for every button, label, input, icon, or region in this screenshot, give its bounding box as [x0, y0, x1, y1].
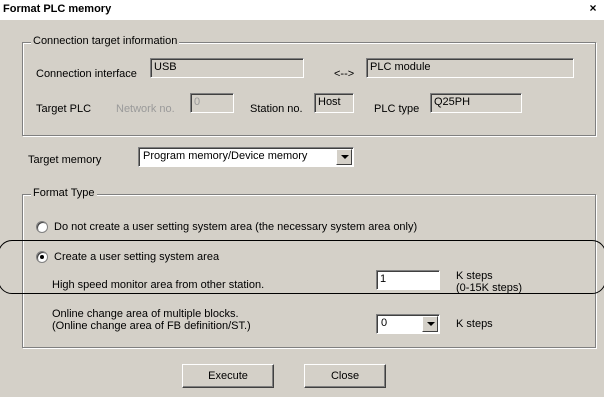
monitor-range-label: (0-15K steps)	[456, 282, 523, 294]
create-user-area-label[interactable]: Create a user setting system area	[54, 251, 219, 263]
no-user-area-label[interactable]: Do not create a user setting system area…	[54, 221, 417, 233]
close-button[interactable]: Close	[304, 364, 386, 388]
online-change-value: 0	[381, 317, 388, 329]
close-icon[interactable]: ×	[586, 1, 600, 15]
station-no-label: Station no.	[250, 103, 303, 115]
connection-target-group-label: Connection target information	[31, 35, 180, 47]
online-change-select[interactable]: 0	[376, 314, 440, 334]
create-user-area-radio[interactable]	[36, 251, 48, 263]
plc-type-field: Q25PH	[430, 93, 522, 113]
online-change-unit-label: K steps	[456, 318, 493, 330]
network-no-field: 0	[190, 93, 234, 113]
target-memory-label: Target memory	[28, 154, 102, 166]
target-memory-select[interactable]: Program memory/Device memory	[138, 147, 354, 167]
plc-module-field: PLC module	[366, 58, 574, 78]
plc-type-label: PLC type	[374, 103, 420, 115]
chevron-down-icon[interactable]	[422, 316, 438, 332]
execute-button[interactable]: Execute	[182, 364, 274, 388]
format-plc-memory-dialog: Format PLC memory × Connection target in…	[0, 0, 604, 397]
connection-arrow: <-->	[334, 68, 355, 80]
high-speed-monitor-label: High speed monitor area from other stati…	[52, 279, 265, 291]
target-memory-value: Program memory/Device memory	[143, 150, 308, 162]
target-plc-label: Target PLC	[36, 103, 92, 115]
dialog-title: Format PLC memory	[3, 3, 112, 15]
connection-target-group: Connection target information	[22, 35, 596, 136]
high-speed-monitor-input[interactable]: 1	[376, 270, 440, 290]
format-type-group-label: Format Type	[31, 187, 97, 199]
connection-interface-label: Connection interface	[36, 68, 137, 80]
station-no-field: Host	[314, 93, 354, 113]
online-change-label-2: (Online change area of FB definition/ST.…	[52, 320, 251, 332]
online-change-label-1: Online change area of multiple blocks.	[52, 308, 239, 320]
title-bar: Format PLC memory ×	[0, 0, 604, 20]
connection-interface-field: USB	[150, 58, 304, 78]
chevron-down-icon[interactable]	[336, 149, 352, 165]
network-no-label: Network no.	[116, 103, 175, 115]
no-user-area-radio[interactable]	[36, 221, 48, 233]
monitor-unit-label: K steps	[456, 270, 493, 282]
